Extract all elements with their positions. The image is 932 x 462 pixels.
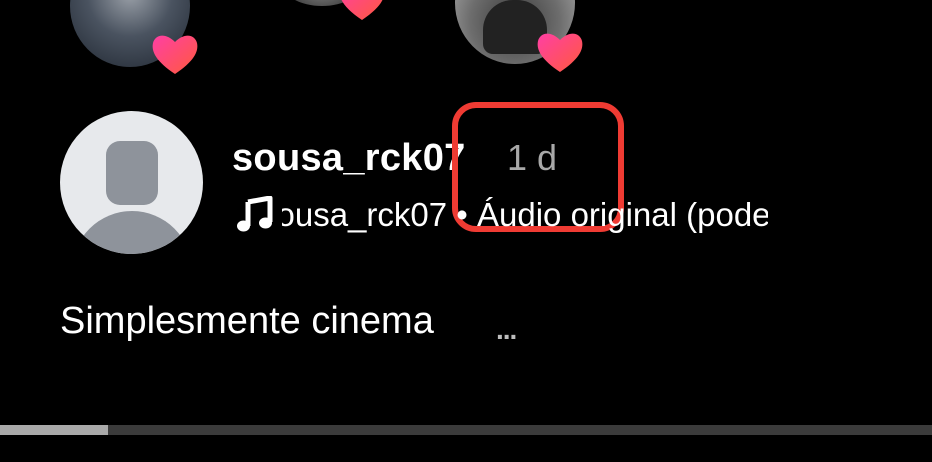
ellipsis-icon[interactable]: ...: [496, 316, 517, 344]
username[interactable]: sousa_rck07: [232, 135, 466, 181]
audio-label: sousa_rck07 • Áudio original (pode ir: [282, 196, 768, 233]
profile-avatar[interactable]: [60, 111, 203, 254]
heart-icon: [341, 0, 383, 20]
playback-progress-bar[interactable]: [0, 425, 932, 435]
audio-ticker[interactable]: sousa_rck07 • Áudio original (pode ir: [282, 190, 768, 240]
avatar-placeholder-head: [106, 141, 158, 205]
playback-progress-fill: [0, 425, 109, 435]
heart-icon: [537, 33, 583, 72]
music-note-icon: [237, 196, 273, 232]
avatar-placeholder-body: [72, 211, 192, 254]
heart-icon: [152, 35, 198, 74]
post-caption: Simplesmente cinema: [60, 300, 434, 342]
